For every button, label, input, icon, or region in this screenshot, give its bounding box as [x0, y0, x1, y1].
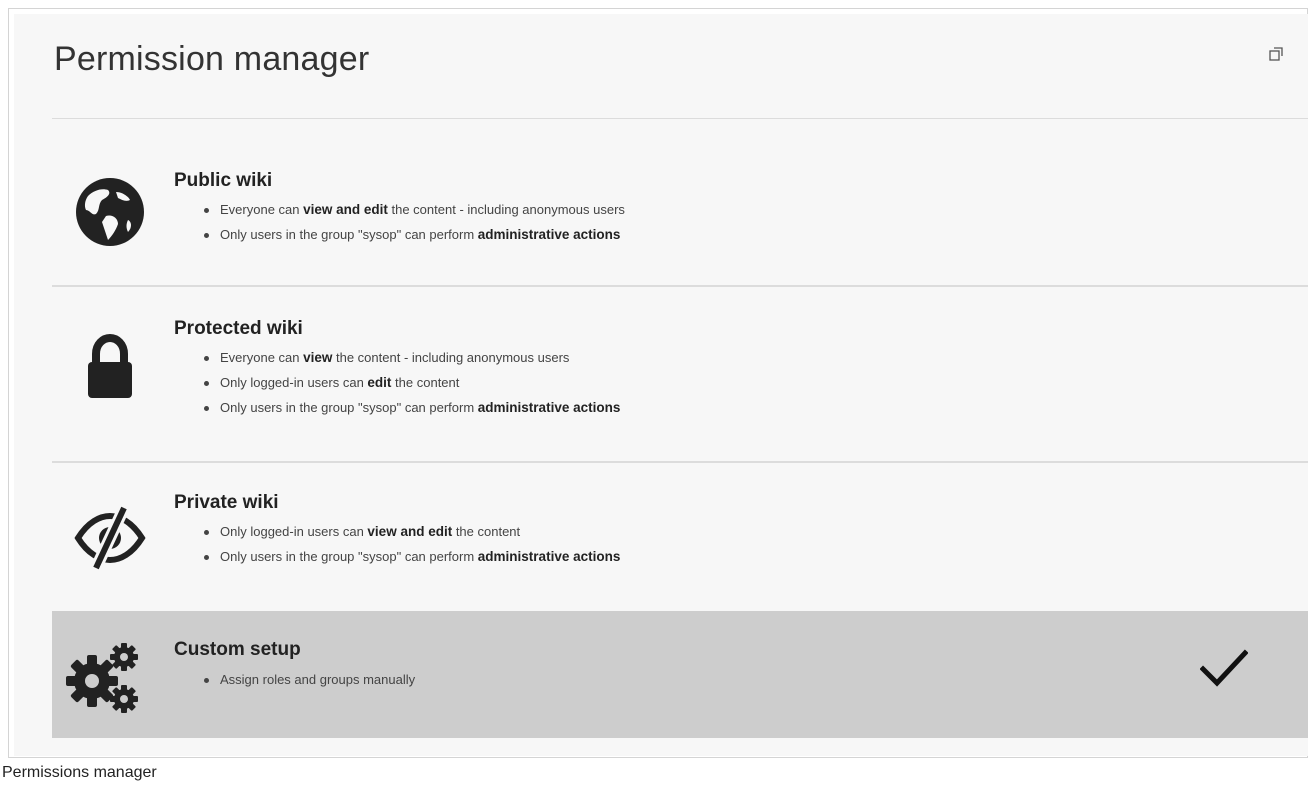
option-public-wiki[interactable]: Public wiki Everyone can view and edit t… [52, 122, 1308, 284]
header-divider [52, 118, 1308, 119]
list-item: Only logged-in users can edit the conten… [203, 370, 620, 395]
list-item: Only logged-in users can view and edit t… [203, 519, 620, 544]
lock-icon [88, 333, 132, 398]
list-item: Assign roles and groups manually [203, 667, 415, 692]
list-item: Only users in the group "sysop" can perf… [203, 544, 620, 569]
option-divider [52, 285, 1308, 287]
option-title: Public wiki [174, 170, 273, 191]
checkmark-icon [1200, 649, 1248, 687]
option-bullets: Everyone can view and edit the content -… [204, 197, 625, 247]
option-custom-setup[interactable]: Custom setup Assign roles and groups man… [52, 611, 1308, 738]
option-divider [52, 461, 1308, 463]
eye-slash-icon [74, 505, 146, 571]
list-item: Only users in the group "sysop" can perf… [204, 222, 625, 247]
figure-caption: Permissions manager [2, 764, 157, 781]
option-title: Private wiki [174, 492, 279, 513]
list-item: Everyone can view the content - includin… [203, 345, 620, 370]
option-bullets: Everyone can view the content - includin… [203, 345, 620, 420]
option-title: Protected wiki [174, 318, 303, 339]
option-bullets: Only logged-in users can view and edit t… [203, 519, 620, 569]
list-item: Everyone can view and edit the content -… [204, 197, 625, 222]
page-title: Permission manager [54, 40, 370, 78]
list-item: Only users in the group "sysop" can perf… [203, 395, 620, 420]
option-bullets: Assign roles and groups manually [203, 667, 415, 692]
permission-manager-panel: Permission manager Public wiki Everyone … [14, 14, 1308, 756]
gears-icon [66, 643, 138, 713]
option-private-wiki[interactable]: Private wiki Only logged-in users can vi… [52, 464, 1308, 610]
option-title: Custom setup [174, 639, 301, 660]
option-protected-wiki[interactable]: Protected wiki Everyone can view the con… [52, 288, 1308, 460]
expand-icon[interactable] [1268, 46, 1284, 62]
globe-icon [76, 178, 144, 246]
